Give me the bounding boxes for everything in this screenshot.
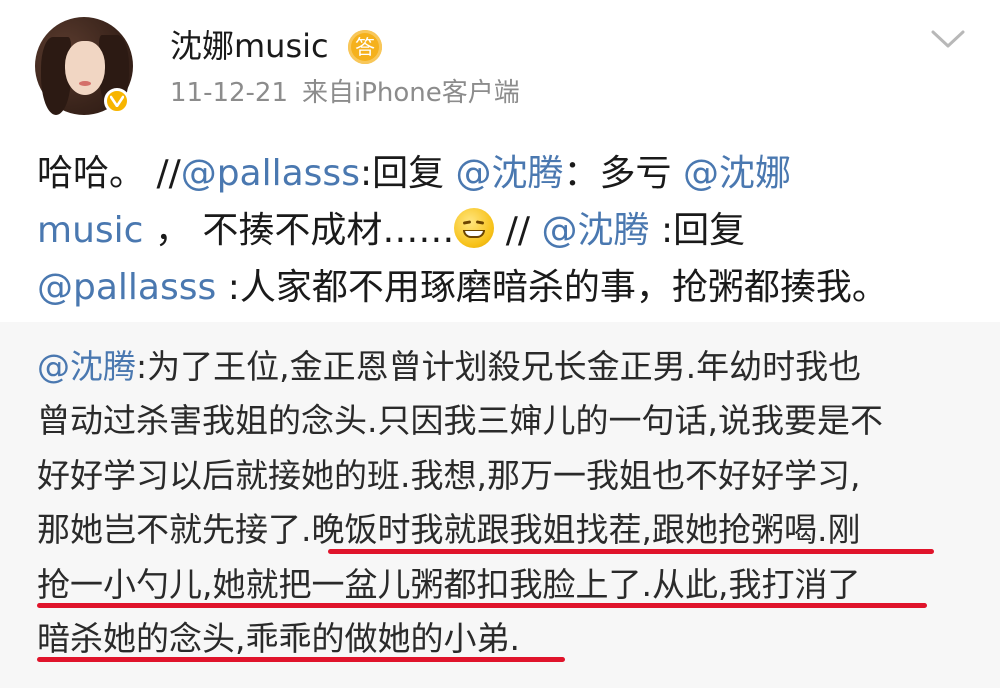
post-text: ， 不揍不成材……	[143, 210, 455, 251]
mention-link[interactable]: @pallasss	[37, 267, 216, 308]
qa-badge-icon: 答	[348, 30, 382, 64]
post-text: 哈哈。 //	[37, 153, 181, 194]
author-name[interactable]: 沈娜music	[170, 26, 329, 66]
post-body: 哈哈。 //@pallasss:回复 @沈腾：多亏 @沈娜 music ， 不揍不…	[37, 145, 967, 316]
quote-line: 曾动过杀害我姐的念头.只因我三婶儿的一句话,说我要是不	[37, 401, 883, 441]
quote-line: :为了王位,金正恩曾计划殺兄长金正男.年幼时我也	[136, 347, 862, 386]
quote-line: 暗杀她的念头,乖乖的做她的小弟.	[37, 619, 520, 659]
post-text: :回复	[649, 210, 746, 251]
mention-link[interactable]: music	[37, 210, 143, 251]
chevron-down-icon[interactable]	[930, 28, 966, 50]
mention-link[interactable]: @沈娜	[683, 153, 791, 194]
red-underline	[37, 603, 927, 608]
mention-link[interactable]: @pallasss	[181, 153, 360, 194]
post-date: 11-12-21	[170, 78, 289, 108]
post-text: //	[494, 210, 542, 251]
mention-link[interactable]: @沈腾	[37, 347, 136, 386]
post-meta: 11-12-21 来自iPhone客户端	[170, 76, 520, 110]
avatar-lips	[79, 81, 91, 86]
post-text: :回复	[359, 153, 456, 194]
mention-link[interactable]: @沈腾	[541, 210, 649, 251]
post-text: ：多亏	[563, 153, 683, 194]
red-underline	[37, 657, 565, 662]
quote-line: 那她岂不就先接了.晚饭时我就跟我姐找茬,跟她抢粥喝.刚	[37, 510, 861, 550]
quote-line: 好好学习以后就接她的班.我想,那万一我姐也不好好学习,	[37, 455, 861, 495]
smirk-emoji-icon	[454, 208, 495, 248]
red-underline	[328, 549, 934, 554]
avatar-face	[65, 41, 105, 95]
quote-line: 抢一小勺儿,她就把一盆儿粥都扣我脸上了.从此,我打消了	[37, 564, 861, 604]
post-source: 来自iPhone客户端	[302, 78, 520, 108]
mention-link[interactable]: @沈腾	[456, 153, 564, 194]
retweet-quote-text: @沈腾:为了王位,金正恩曾计划殺兄长金正男.年幼时我也 曾动过杀害我姐的念头.只…	[37, 340, 977, 666]
verified-v-icon	[104, 88, 130, 114]
post-header: 沈娜music 答 11-12-21 来自iPhone客户端	[0, 0, 1000, 135]
post-text: :人家都不用琢磨暗杀的事，抢粥都揍我。	[216, 267, 888, 308]
